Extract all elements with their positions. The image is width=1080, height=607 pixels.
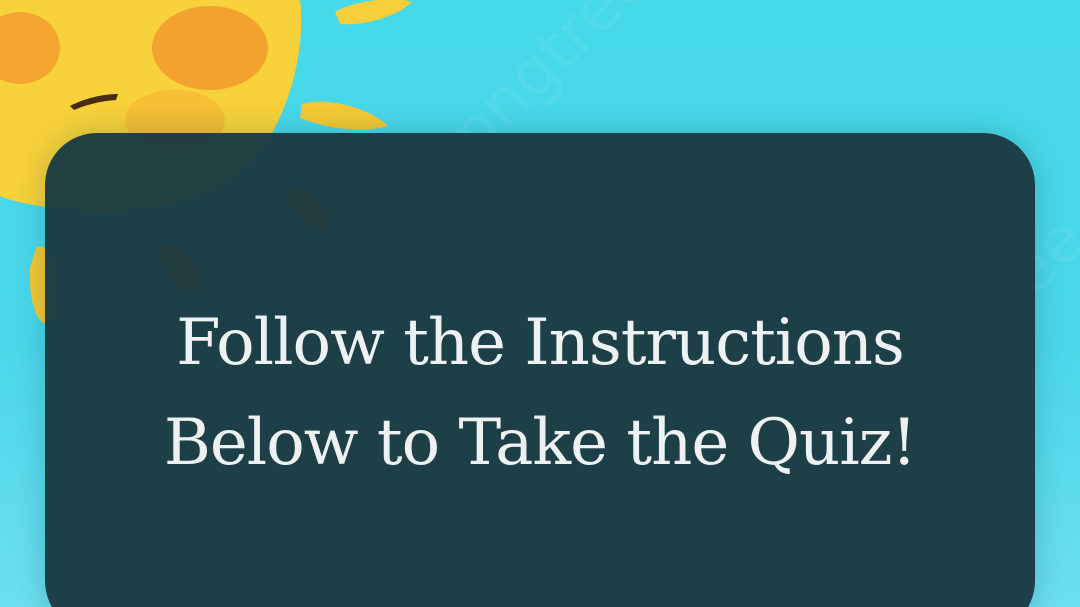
quiz-instructions-heading: Follow the Instructions Below to Take th… <box>163 306 917 480</box>
